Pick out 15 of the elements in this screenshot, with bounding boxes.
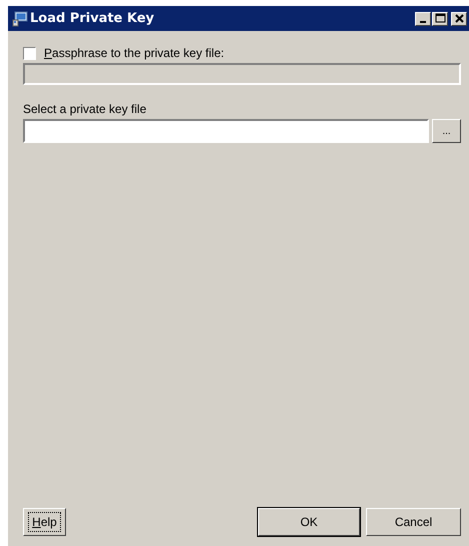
- minimize-icon: [420, 21, 426, 23]
- checkbox-label: Passphrase to the private key file:: [44, 46, 224, 60]
- maximize-icon: [434, 12, 446, 25]
- computer-icon: [12, 10, 28, 26]
- file-path-field[interactable]: [23, 119, 429, 143]
- dialog-button[interactable]: OK: [258, 508, 360, 536]
- close-icon: [452, 12, 466, 25]
- dialog-button[interactable]: Cancel: [366, 508, 461, 536]
- window-title: Load Private Key: [30, 11, 156, 26]
- dialog-button[interactable]: Help: [23, 508, 66, 536]
- close-button[interactable]: [451, 12, 467, 26]
- browse-button[interactable]: ...: [432, 119, 461, 143]
- minimize-button[interactable]: [415, 12, 431, 26]
- maximize-button[interactable]: [432, 12, 448, 26]
- field-label: Select a private key file: [23, 102, 148, 116]
